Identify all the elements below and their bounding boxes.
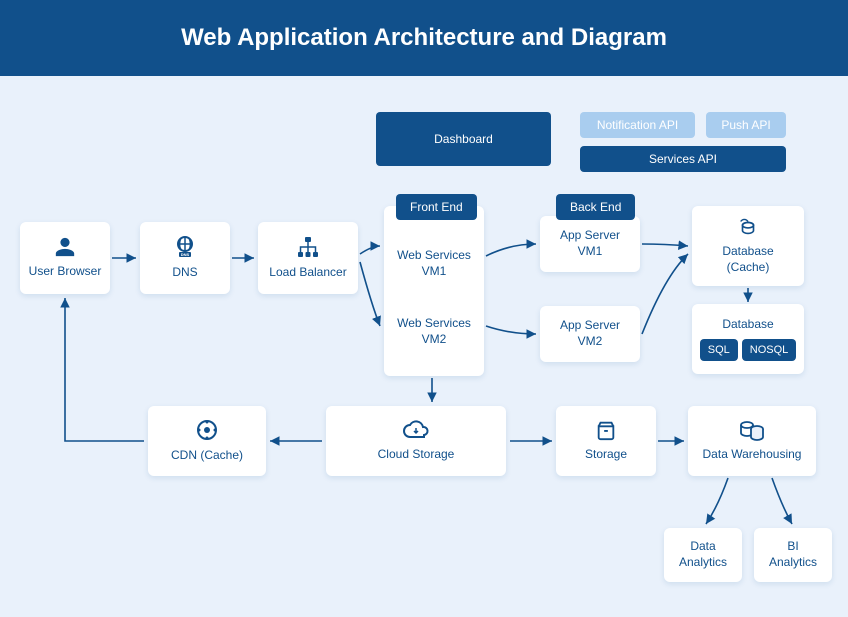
page-title: Web Application Architecture and Diagram [0,0,848,76]
database-node: Database SQL NOSQL [692,304,804,374]
back-end-badge: Back End [556,194,635,220]
bi-analytics-label: BI Analytics [762,539,824,570]
data-warehousing-label: Data Warehousing [703,447,802,463]
load-balancer-node: Load Balancer [258,222,358,294]
database-label: Database [722,317,773,333]
dashboard-pill: Dashboard [376,112,551,166]
app-server-vm1-label: App Server VM1 [548,228,632,259]
load-balancer-label: Load Balancer [269,265,346,281]
app-server-vm2-node: App Server VM2 [540,306,640,362]
user-browser-label: User Browser [29,264,102,280]
database-cache-icon [736,216,760,238]
data-warehousing-node: Data Warehousing [688,406,816,476]
nosql-chip: NOSQL [742,339,797,361]
web-services-vm2-label: Web Services VM2 [392,316,476,347]
network-icon [295,235,321,259]
front-end-column: Web Services VM1 Web Services VM2 [384,206,484,376]
push-api-pill: Push API [706,112,786,138]
data-analytics-label: Data Analytics [672,539,734,570]
cloud-icon [402,419,430,441]
user-browser-node: User Browser [20,222,110,294]
cdn-cache-node: CDN (Cache) [148,406,266,476]
front-end-badge: Front End [396,194,477,220]
diagram-canvas: Dashboard Notification API Push API Serv… [0,76,848,611]
cloud-storage-node: Cloud Storage [326,406,506,476]
cdn-cache-label: CDN (Cache) [171,448,243,464]
database-cache-label: Database (Cache) [700,244,796,275]
globe-icon: DNS [173,235,197,259]
svg-text:DNS: DNS [181,252,190,257]
database-cache-node: Database (Cache) [692,206,804,286]
warehouse-icon [739,419,765,441]
storage-icon [595,419,617,441]
data-analytics-node: Data Analytics [664,528,742,582]
app-server-vm1-node: App Server VM1 [540,216,640,272]
dns-node: DNS DNS [140,222,230,294]
storage-node: Storage [556,406,656,476]
app-server-vm2-label: App Server VM2 [548,318,632,349]
storage-label: Storage [585,447,627,463]
cdn-icon [195,418,219,442]
user-icon [54,236,76,258]
web-services-vm1-label: Web Services VM1 [392,248,476,279]
services-api-pill: Services API [580,146,786,172]
notification-api-pill: Notification API [580,112,695,138]
dns-label: DNS [172,265,197,281]
sql-chip: SQL [700,339,738,361]
bi-analytics-node: BI Analytics [754,528,832,582]
cloud-storage-label: Cloud Storage [378,447,455,463]
